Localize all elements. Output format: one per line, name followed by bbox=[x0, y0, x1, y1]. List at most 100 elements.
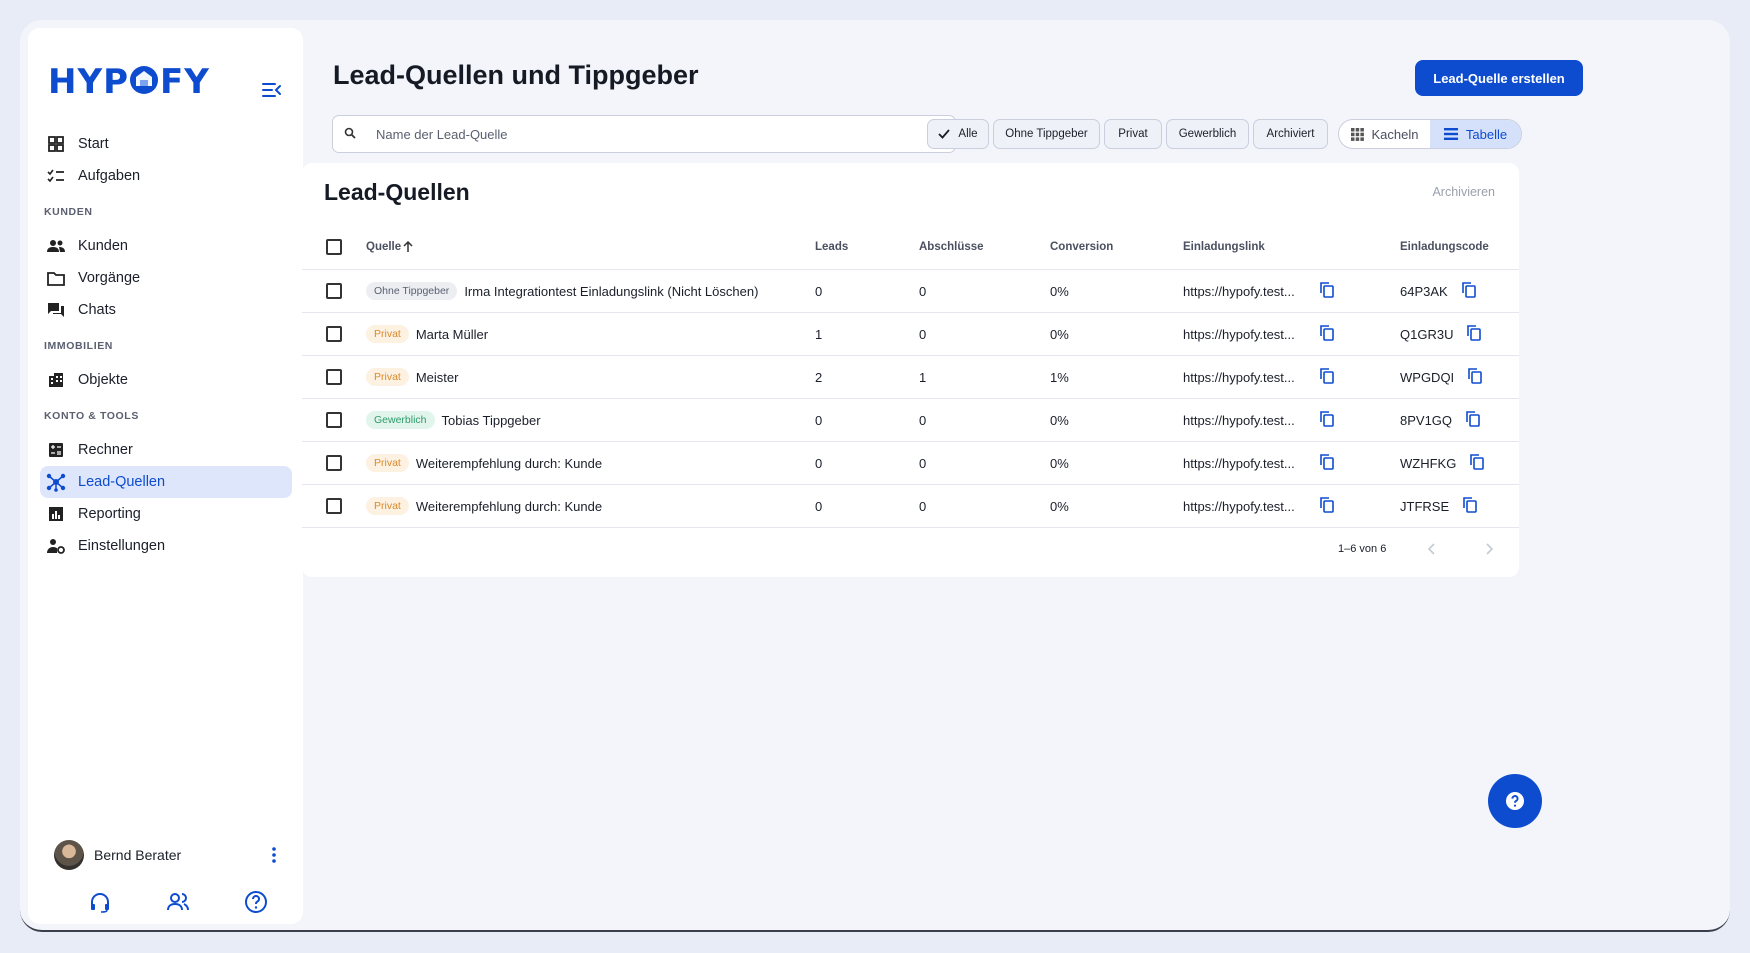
row-checkbox[interactable] bbox=[326, 455, 342, 471]
grid-icon bbox=[46, 134, 66, 154]
row-checkbox[interactable] bbox=[326, 283, 342, 299]
select-all-checkbox[interactable] bbox=[326, 239, 342, 255]
card-title: Lead-Quellen bbox=[324, 179, 470, 205]
table-row[interactable]: Ohne Tippgeber Irma Integrationtest Einla… bbox=[302, 270, 1519, 313]
sidebar-item-label: Kunden bbox=[78, 238, 128, 254]
more-vertical-icon[interactable] bbox=[264, 843, 284, 867]
sidebar-item-kunden[interactable]: Kunden bbox=[40, 230, 292, 262]
chevron-left-icon[interactable] bbox=[1422, 539, 1442, 559]
copy-code-icon[interactable] bbox=[1461, 282, 1480, 300]
view-table-button[interactable]: Tabelle bbox=[1430, 120, 1521, 148]
filter-chip-label: Ohne Tippgeber bbox=[1005, 128, 1088, 140]
cell-conversion: 0% bbox=[1050, 326, 1069, 342]
archive-button[interactable]: Archivieren bbox=[1432, 185, 1495, 199]
filter-chip-gewerblich[interactable]: Gewerblich bbox=[1166, 119, 1249, 149]
invite-link-text: https://hypofy.test... bbox=[1183, 455, 1295, 471]
sidebar-item-start[interactable]: Start bbox=[40, 128, 292, 160]
table-row[interactable]: Privat Marta Müller 1 0 0% https://hypofy.tes… bbox=[302, 313, 1519, 356]
copy-link-icon[interactable] bbox=[1320, 325, 1338, 343]
lead-sources-table: Quelle Leads Abschlüsse Conversion Einla… bbox=[302, 225, 1519, 528]
column-header-invite-link: Einladungslink bbox=[1183, 241, 1265, 253]
hypofy-logo[interactable]: HYP FY bbox=[48, 60, 213, 105]
search-icon bbox=[344, 126, 360, 142]
search-input[interactable] bbox=[376, 126, 936, 142]
filter-chip-alle[interactable]: Alle bbox=[927, 119, 989, 149]
cell-leads: 0 bbox=[815, 455, 823, 471]
filter-chip-privat[interactable]: Privat bbox=[1104, 119, 1162, 149]
help-circle-icon[interactable] bbox=[244, 890, 268, 914]
cell-closings: 0 bbox=[919, 412, 927, 428]
sidebar-item-aufgaben[interactable]: Aufgaben bbox=[40, 160, 292, 192]
table-row[interactable]: Gewerblich Tobias Tippgeber 0 0 0% https://hy… bbox=[302, 399, 1519, 442]
chevron-right-icon[interactable] bbox=[1479, 539, 1499, 559]
filter-chip-label: Archiviert bbox=[1266, 128, 1315, 140]
cell-invite-link: https://hypofy.test... bbox=[1183, 270, 1295, 312]
sidebar-item-label: Start bbox=[78, 136, 109, 152]
sidebar-item-rechner[interactable]: Rechner bbox=[40, 434, 292, 466]
user-profile[interactable]: Bernd Berater bbox=[54, 840, 284, 870]
invite-code-text: JTFRSE bbox=[1400, 498, 1450, 514]
sidebar-item-label: Reporting bbox=[78, 506, 141, 522]
sidebar-item-label: Lead-Quellen bbox=[78, 474, 166, 490]
user-settings-icon bbox=[46, 536, 66, 556]
copy-link-icon[interactable] bbox=[1320, 282, 1338, 300]
copy-code-icon[interactable] bbox=[1466, 411, 1484, 429]
invite-code-text: Q1GR3U bbox=[1400, 326, 1454, 342]
check-icon bbox=[938, 129, 951, 139]
table-list-icon bbox=[1443, 128, 1458, 140]
table-row[interactable]: Privat Weiterempfehlung durch: Kunde 0 0 0% h… bbox=[302, 442, 1519, 485]
create-lead-source-button[interactable]: Lead-Quelle erstellen bbox=[1415, 60, 1583, 96]
row-checkbox[interactable] bbox=[326, 326, 342, 342]
column-header-label: Quelle bbox=[366, 241, 402, 253]
cell-invite-link: https://hypofy.test... bbox=[1183, 313, 1295, 355]
cell-invite-link: https://hypofy.test... bbox=[1183, 356, 1295, 398]
cell-conversion: 0% bbox=[1050, 412, 1069, 428]
help-fab-button[interactable] bbox=[1488, 774, 1542, 828]
source-type-badge: Privat bbox=[366, 454, 409, 472]
sidebar-item-einstellungen[interactable]: Einstellungen bbox=[40, 530, 292, 562]
row-checkbox[interactable] bbox=[326, 369, 342, 385]
sidebar-item-chats[interactable]: Chats bbox=[40, 294, 292, 326]
cell-invite-code: JTFRSE bbox=[1400, 485, 1481, 527]
invite-link-text: https://hypofy.test... bbox=[1183, 498, 1295, 514]
sidebar-item-reporting[interactable]: Reporting bbox=[40, 498, 292, 530]
cell-invite-code: WZHFKG bbox=[1400, 442, 1488, 484]
column-header-closings: Abschlüsse bbox=[919, 241, 984, 253]
copy-link-icon[interactable] bbox=[1320, 497, 1338, 515]
avatar bbox=[54, 840, 84, 870]
view-tiles-button[interactable]: Kacheln bbox=[1339, 120, 1430, 148]
sidebar-item-label: Einstellungen bbox=[78, 538, 166, 554]
view-table-label: Tabelle bbox=[1465, 126, 1508, 142]
team-icon[interactable] bbox=[166, 890, 190, 914]
column-header-invite-code: Einladungscode bbox=[1400, 241, 1489, 253]
copy-code-icon[interactable] bbox=[1467, 325, 1485, 343]
cell-leads: 1 bbox=[815, 326, 823, 342]
cell-closings: 0 bbox=[919, 326, 927, 342]
table-row[interactable]: Privat Weiterempfehlung durch: Kunde 0 0 0% h… bbox=[302, 485, 1519, 528]
filter-chip-ohne-tippgeber[interactable]: Ohne Tippgeber bbox=[993, 119, 1100, 149]
cell-source: Ohne Tippgeber Irma Integrationtest Einla… bbox=[366, 270, 758, 312]
cell-source: Gewerblich Tobias Tippgeber bbox=[366, 399, 541, 441]
sidebar-item-objekte[interactable]: Objekte bbox=[40, 364, 292, 396]
copy-code-icon[interactable] bbox=[1470, 454, 1488, 472]
column-header-source[interactable]: Quelle bbox=[366, 225, 413, 269]
sidebar-item-vorgaenge[interactable]: Vorgänge bbox=[40, 262, 292, 294]
sidebar-item-lead-quellen[interactable]: Lead-Quellen bbox=[40, 466, 292, 498]
invite-code-text: WPGDQI bbox=[1400, 369, 1455, 385]
cell-conversion: 0% bbox=[1050, 455, 1069, 471]
cell-source: Privat Meister bbox=[366, 356, 458, 398]
copy-link-icon[interactable] bbox=[1320, 454, 1338, 472]
copy-code-icon[interactable] bbox=[1463, 497, 1481, 515]
calculator-icon bbox=[46, 440, 66, 460]
filter-chip-archiviert[interactable]: Archiviert bbox=[1253, 119, 1328, 149]
support-headset-icon[interactable] bbox=[88, 890, 112, 914]
row-checkbox[interactable] bbox=[326, 412, 342, 428]
row-checkbox[interactable] bbox=[326, 498, 342, 514]
table-row[interactable]: Privat Meister 2 1 1% https://hypofy.test... W… bbox=[302, 356, 1519, 399]
copy-code-icon[interactable] bbox=[1468, 368, 1486, 386]
copy-link-icon[interactable] bbox=[1320, 411, 1338, 429]
cell-conversion: 0% bbox=[1050, 283, 1069, 299]
menu-collapse-icon[interactable] bbox=[260, 78, 284, 102]
people-icon bbox=[46, 236, 66, 256]
copy-link-icon[interactable] bbox=[1320, 368, 1338, 386]
